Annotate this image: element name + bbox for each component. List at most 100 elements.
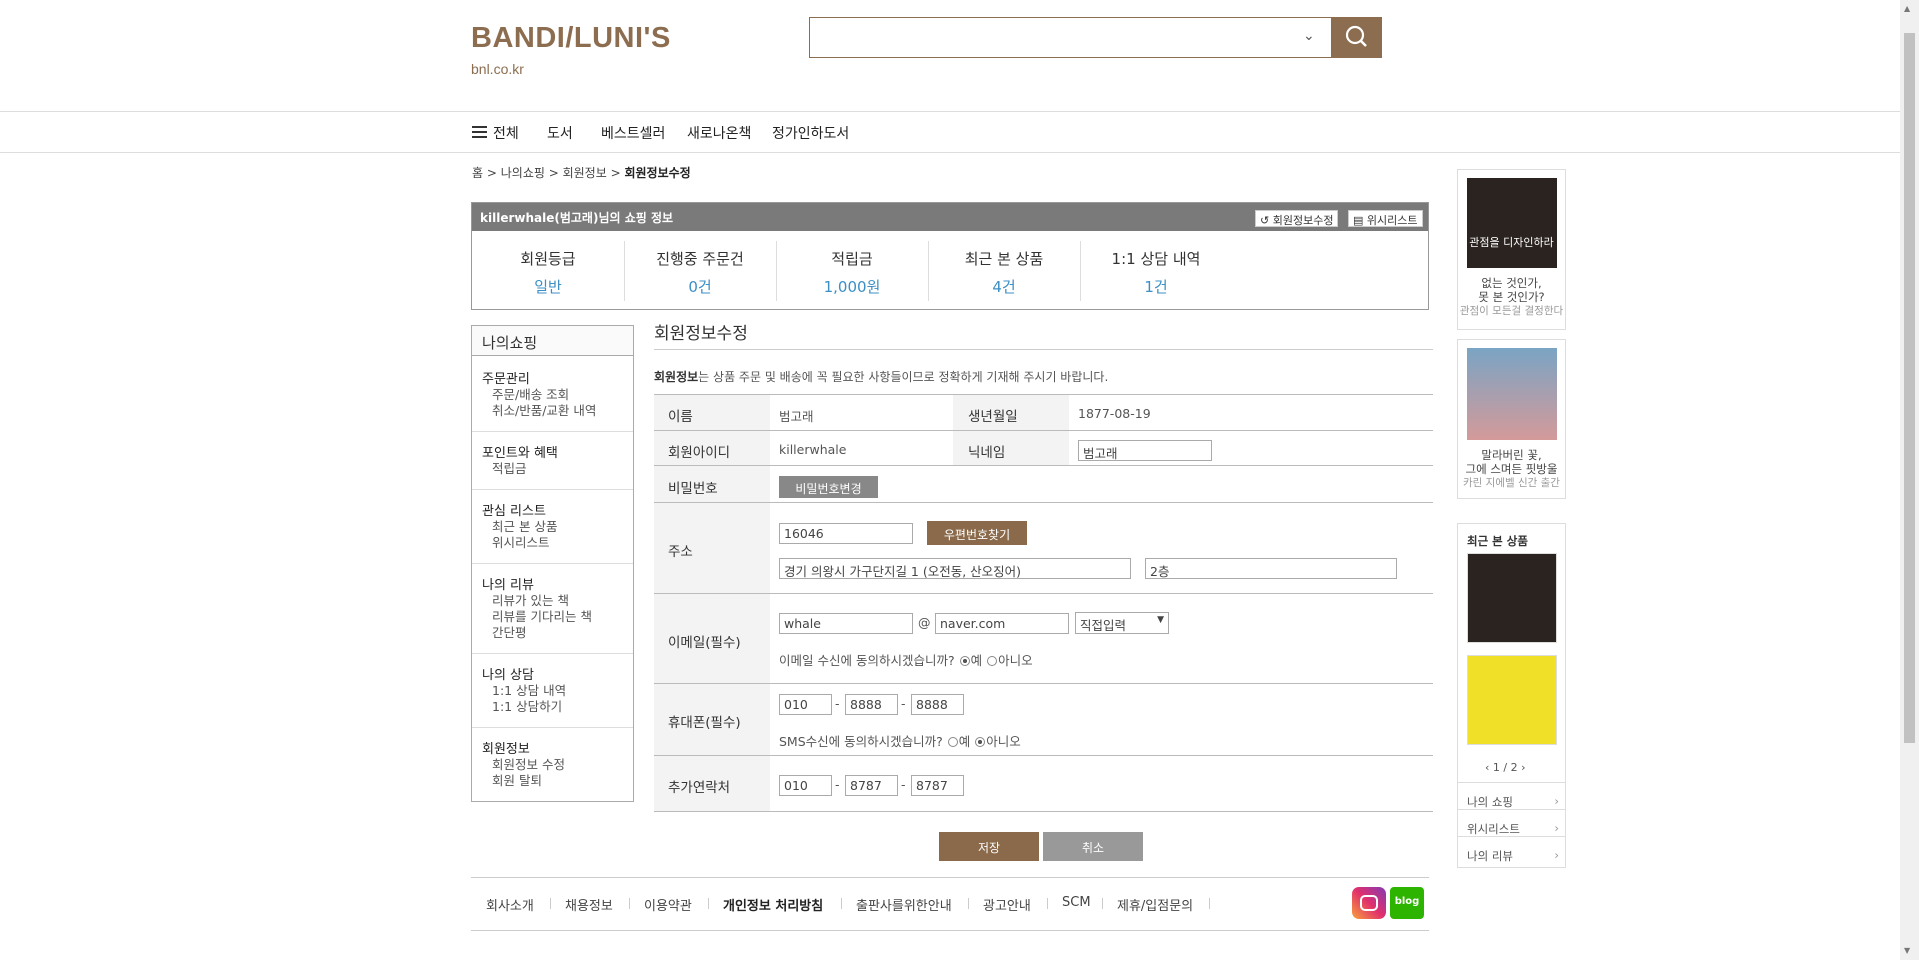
nav-item-discount[interactable]: 정가인하도서 [772, 123, 849, 143]
stat-orders[interactable]: 진행중 주문건 0건 [624, 248, 776, 297]
footer-link[interactable]: 이용약관 [644, 895, 692, 914]
divider [1209, 898, 1210, 909]
table-border [654, 811, 1433, 812]
email-label: 이메일(필수) [668, 635, 741, 651]
phone-field-3[interactable]: 8888 [911, 694, 964, 715]
nav-all[interactable]: 전체 [493, 123, 519, 143]
find-zipcode-button[interactable]: 우편번호찾기 [927, 521, 1027, 545]
sms-consent-no-radio[interactable] [975, 737, 986, 747]
email-domain-select[interactable]: 직접입력 ▼ [1075, 612, 1169, 634]
divider [1458, 782, 1565, 783]
address-field[interactable]: 경기 의왕시 가구단지길 1 (오전동, 산오징어) [779, 558, 1131, 579]
search-button[interactable] [1331, 17, 1382, 58]
email-consent-no-radio[interactable] [987, 656, 998, 666]
table-border [654, 394, 1433, 395]
sidebar-item[interactable]: 1:1 상담 내역 [482, 683, 633, 699]
scroll-down-icon[interactable]: ▼ [1904, 946, 1910, 955]
table-border [654, 683, 1433, 684]
menu-icon[interactable] [472, 126, 487, 138]
sidebar-item[interactable]: 최근 본 상품 [482, 519, 633, 535]
address-detail-field[interactable]: 2층 [1145, 558, 1397, 579]
divider [550, 898, 551, 909]
sidebar-item[interactable]: 리뷰가 있는 책 [482, 593, 633, 609]
breadcrumb-myshop[interactable]: 나의쇼핑 [501, 166, 545, 180]
nickname-label: 닉네임 [968, 445, 1006, 461]
right-link-label: 나의 리뷰 [1467, 849, 1513, 863]
sidebar-group-head: 나의 상담 [482, 668, 534, 683]
right-link-myshop[interactable]: 나의 쇼핑 › [1467, 794, 1559, 810]
extra-field-2[interactable]: 8787 [845, 775, 898, 796]
right-link-wishlist[interactable]: 위시리스트 › [1467, 821, 1559, 837]
footer-link[interactable]: 제휴/입점문의 [1117, 895, 1193, 914]
stat-value: 1,000원 [823, 278, 881, 296]
chevron-left-icon[interactable]: ‹ [1485, 761, 1489, 774]
email-domain-field[interactable]: naver.com [935, 613, 1069, 634]
divider [629, 898, 630, 909]
breadcrumb-home[interactable]: 홈 [472, 166, 483, 180]
change-password-button[interactable]: 비밀번호변경 [779, 476, 878, 498]
breadcrumb-member[interactable]: 회원정보 [563, 166, 607, 180]
sidebar-item[interactable]: 회원정보 수정 [482, 757, 633, 773]
save-button[interactable]: 저장 [939, 832, 1039, 861]
pager-text: 1 / 2 [1492, 761, 1518, 774]
phone-field-2[interactable]: 8888 [845, 694, 898, 715]
right-link-label: 나의 쇼핑 [1467, 795, 1513, 809]
sms-consent-yes-radio[interactable] [947, 737, 958, 747]
scroll-up-icon[interactable]: ▲ [1904, 4, 1910, 13]
extra-field-3[interactable]: 8787 [911, 775, 964, 796]
email-id-field[interactable]: whale [779, 613, 913, 634]
sms-consent-question: SMS수신에 동의하시겠습니까? [779, 734, 943, 749]
extra-field-1[interactable]: 010 [779, 775, 832, 796]
chevron-right-icon[interactable]: › [1521, 761, 1525, 774]
scrollbar-thumb[interactable] [1904, 33, 1915, 743]
right-link-review[interactable]: 나의 리뷰 › [1467, 848, 1559, 864]
edit-member-button[interactable]: ↺ 회원정보수정 [1255, 210, 1339, 227]
stat-inquiry[interactable]: 1:1 상담 내역 1건 [1080, 248, 1232, 297]
footer-link[interactable]: 출판사를위한안내 [856, 895, 952, 914]
zipcode-field[interactable]: 16046 [779, 523, 913, 544]
sidebar-item[interactable]: 간단평 [482, 625, 633, 641]
table-border [654, 430, 1433, 431]
sidebar-item[interactable]: 1:1 상담하기 [482, 699, 633, 715]
sidebar-item[interactable]: 취소/반품/교환 내역 [482, 403, 633, 419]
sidebar-item[interactable]: 적립금 [482, 461, 633, 477]
nickname-field[interactable]: 범고래 [1078, 440, 1212, 461]
recent-pager: ‹ 1 / 2 › [1485, 761, 1526, 774]
chevron-right-icon: › [1554, 794, 1559, 808]
table-border [654, 593, 1433, 594]
footer-link[interactable]: 광고안내 [983, 895, 1031, 914]
address-label: 주소 [668, 544, 693, 560]
wishlist-button[interactable]: ▤ 위시리스트 [1348, 210, 1423, 227]
blog-icon[interactable]: blog [1390, 887, 1424, 919]
sidebar-group-head: 포인트와 혜택 [482, 446, 558, 461]
sidebar-item[interactable]: 위시리스트 [482, 535, 633, 551]
stat-recent[interactable]: 최근 본 상품 4건 [928, 248, 1080, 297]
instagram-icon[interactable] [1352, 887, 1386, 919]
birth-label: 생년월일 [968, 409, 1018, 425]
chevron-down-icon[interactable]: ⌄ [1303, 28, 1315, 44]
ad-banner-2[interactable]: 말라버린 꽃, 그에 스며든 핏방울 카린 지에벨 신간 출간 [1457, 339, 1566, 499]
footer-link-privacy[interactable]: 개인정보 처리방침 [723, 895, 823, 914]
nav-item-new[interactable]: 새로나온책 [687, 123, 751, 143]
stat-label: 1:1 상담 내역 [1111, 250, 1201, 268]
stat-points[interactable]: 적립금 1,000원 [776, 248, 928, 297]
book-cover-title: 관점을 디자인하라 [1469, 236, 1554, 249]
nav-item-books[interactable]: 도서 [547, 123, 573, 143]
recent-book-thumbnail[interactable] [1467, 553, 1557, 643]
breadcrumb: 홈 > 나의쇼핑 > 회원정보 > 회원정보수정 [472, 166, 691, 180]
footer-link[interactable]: 채용정보 [565, 895, 613, 914]
recent-book-thumbnail[interactable] [1467, 655, 1557, 745]
email-consent-yes-radio[interactable] [959, 656, 970, 666]
sidebar-item[interactable]: 회원 탈퇴 [482, 773, 633, 789]
cancel-button[interactable]: 취소 [1043, 832, 1143, 861]
footer-link[interactable]: 회사소개 [486, 895, 534, 914]
sidebar-item[interactable]: 리뷰를 기다리는 책 [482, 609, 633, 625]
phone-field-1[interactable]: 010 [779, 694, 832, 715]
footer-link[interactable]: SCM [1062, 895, 1091, 910]
search-input[interactable] [809, 17, 1333, 58]
stat-grade[interactable]: 회원등급 일반 [472, 248, 624, 297]
nav-item-bestseller[interactable]: 베스트셀러 [601, 123, 665, 143]
sidebar-item[interactable]: 주문/배송 조회 [482, 387, 633, 403]
ad-banner-1[interactable]: 관점을 디자인하라 없는 것인가, 못 본 것인가? 관점이 모든걸 결정한다 [1457, 169, 1566, 330]
site-logo[interactable]: BANDI/LUNI'S [471, 22, 671, 55]
